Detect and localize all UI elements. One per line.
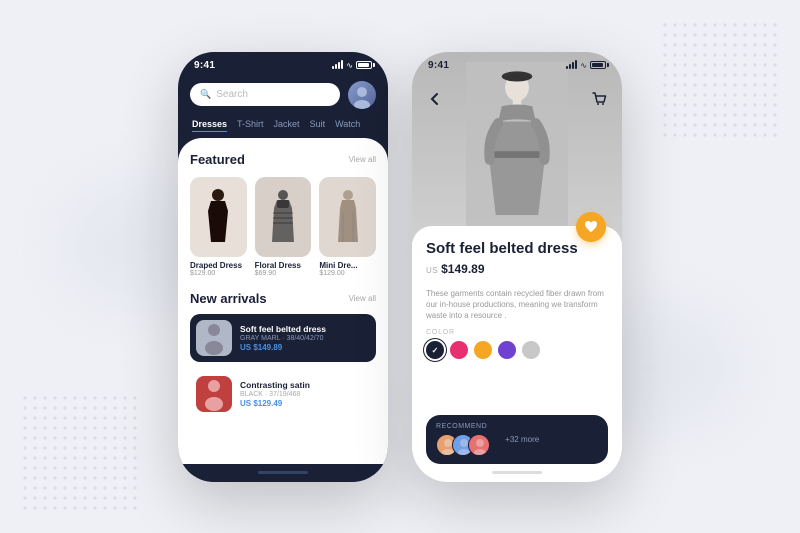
phone-detail: 9:41 ∿ [412,52,622,482]
search-bar[interactable]: 🔍 Search [190,83,340,106]
category-tshirt[interactable]: T-Shirt [237,119,264,132]
swatch-gray[interactable] [522,341,540,359]
featured-card-1[interactable]: Draped Dress $129.00 [190,177,247,277]
decorative-dots-bottom [20,393,140,513]
new-arrivals-title: New arrivals [190,291,267,306]
product-details: Soft feel belted dress US $149.89 These … [412,226,622,464]
featured-price-3: $129.00 [319,270,376,277]
home-bar-right [492,471,542,474]
recommend-info: RECOMMEND [436,423,487,456]
product-name: Soft feel belted dress [426,240,608,258]
featured-cards: Draped Dress $129.00 [190,177,376,277]
arrival-sku-2: BLACK · 37/19/468 [240,391,370,398]
decorative-dots-top [660,20,780,140]
wifi-icon-right: ∿ [580,61,587,70]
color-swatches: ✓ [426,341,608,359]
phone-right-content: 9:41 ∿ [412,52,622,482]
featured-name-3: Mini Dre... [319,261,376,270]
swatch-check: ✓ [432,346,439,355]
category-jacket[interactable]: Jacket [274,119,300,132]
battery-icon-right [590,61,606,69]
status-icons-right: ∿ [566,61,606,70]
featured-card-3[interactable]: Mini Dre... $129.00 [319,177,376,277]
back-button[interactable] [424,88,446,110]
featured-name-1: Draped Dress [190,261,247,270]
arrival-thumb-2 [196,376,232,412]
arrival-name-2: Contrasting satin [240,380,370,390]
color-label: COLOR [426,329,608,336]
featured-price-2: $69.90 [255,270,312,277]
status-bar-right: 9:41 ∿ [412,52,622,75]
phones-container: 9:41 ∿ 🔍 Se [178,52,622,482]
featured-card-img-2 [255,177,312,257]
featured-card-2[interactable]: Floral Dress $69.90 [255,177,312,277]
arrival-sku-1: GRAY MARL · 38/40/42/70 [240,335,370,342]
user-avatar[interactable] [348,81,376,109]
featured-header: Featured View all [190,152,376,167]
category-tabs: Dresses T-Shirt Jacket Suit Watch [178,115,388,138]
arrival-price-1: US $149.89 [240,343,370,352]
phone-browse: 9:41 ∿ 🔍 Se [178,52,388,482]
price-label: US [426,266,438,275]
arrival-info-2: Contrasting satin BLACK · 37/19/468 US $… [240,380,370,408]
swatch-pink[interactable] [450,341,468,359]
home-bar-left [258,471,308,474]
price-container: US $149.89 [426,262,608,282]
search-icon: 🔍 [200,89,211,100]
category-dresses[interactable]: Dresses [192,119,227,132]
featured-name-2: Floral Dress [255,261,312,270]
battery-icon [356,61,372,69]
recommend-label: RECOMMEND [436,423,487,430]
time-left: 9:41 [194,60,215,71]
product-description: These garments contain recycled fiber dr… [426,288,608,322]
arrival-thumb-1 [196,320,232,356]
favorite-button[interactable] [576,212,606,242]
time-right: 9:41 [428,60,449,71]
phone-left-content: 9:41 ∿ 🔍 Se [178,52,388,482]
swatch-purple[interactable] [498,341,516,359]
content-area: Featured View all Draped Dress [178,138,388,464]
category-watch[interactable]: Watch [335,119,360,132]
new-arrivals-view-all[interactable]: View all [349,294,376,303]
more-count: +32 more [505,435,539,444]
swatch-orange[interactable] [474,341,492,359]
arrival-item-2[interactable]: Contrasting satin BLACK · 37/19/468 US $… [190,370,376,418]
arrival-info-1: Soft feel belted dress GRAY MARL · 38/40… [240,324,370,352]
recommend-avatars [436,434,487,456]
arrival-price-2: US $129.49 [240,399,370,408]
signal-icon [332,61,343,69]
signal-icon-right [566,61,577,69]
recommend-section: RECOMMEND [426,415,608,464]
product-price: $149.89 [441,262,484,276]
search-placeholder: Search [216,89,248,100]
status-icons-left: ∿ [332,61,372,70]
featured-card-img-3 [319,177,376,257]
featured-title: Featured [190,152,245,167]
new-arrivals-header: New arrivals View all [190,291,376,306]
cart-button[interactable] [588,88,610,110]
search-container: 🔍 Search [178,75,388,115]
status-bar-left: 9:41 ∿ [178,52,388,75]
wifi-icon: ∿ [346,61,353,70]
home-indicator-right [412,464,622,482]
featured-view-all[interactable]: View all [349,155,376,164]
arrival-name-1: Soft feel belted dress [240,324,370,334]
featured-price-1: $129.00 [190,270,247,277]
rec-avatar-3 [468,434,490,456]
featured-card-img-1 [190,177,247,257]
swatch-dark[interactable]: ✓ [426,341,444,359]
arrival-item-1[interactable]: Soft feel belted dress GRAY MARL · 38/40… [190,314,376,362]
home-indicator-left [178,464,388,482]
category-suit[interactable]: Suit [310,119,326,132]
